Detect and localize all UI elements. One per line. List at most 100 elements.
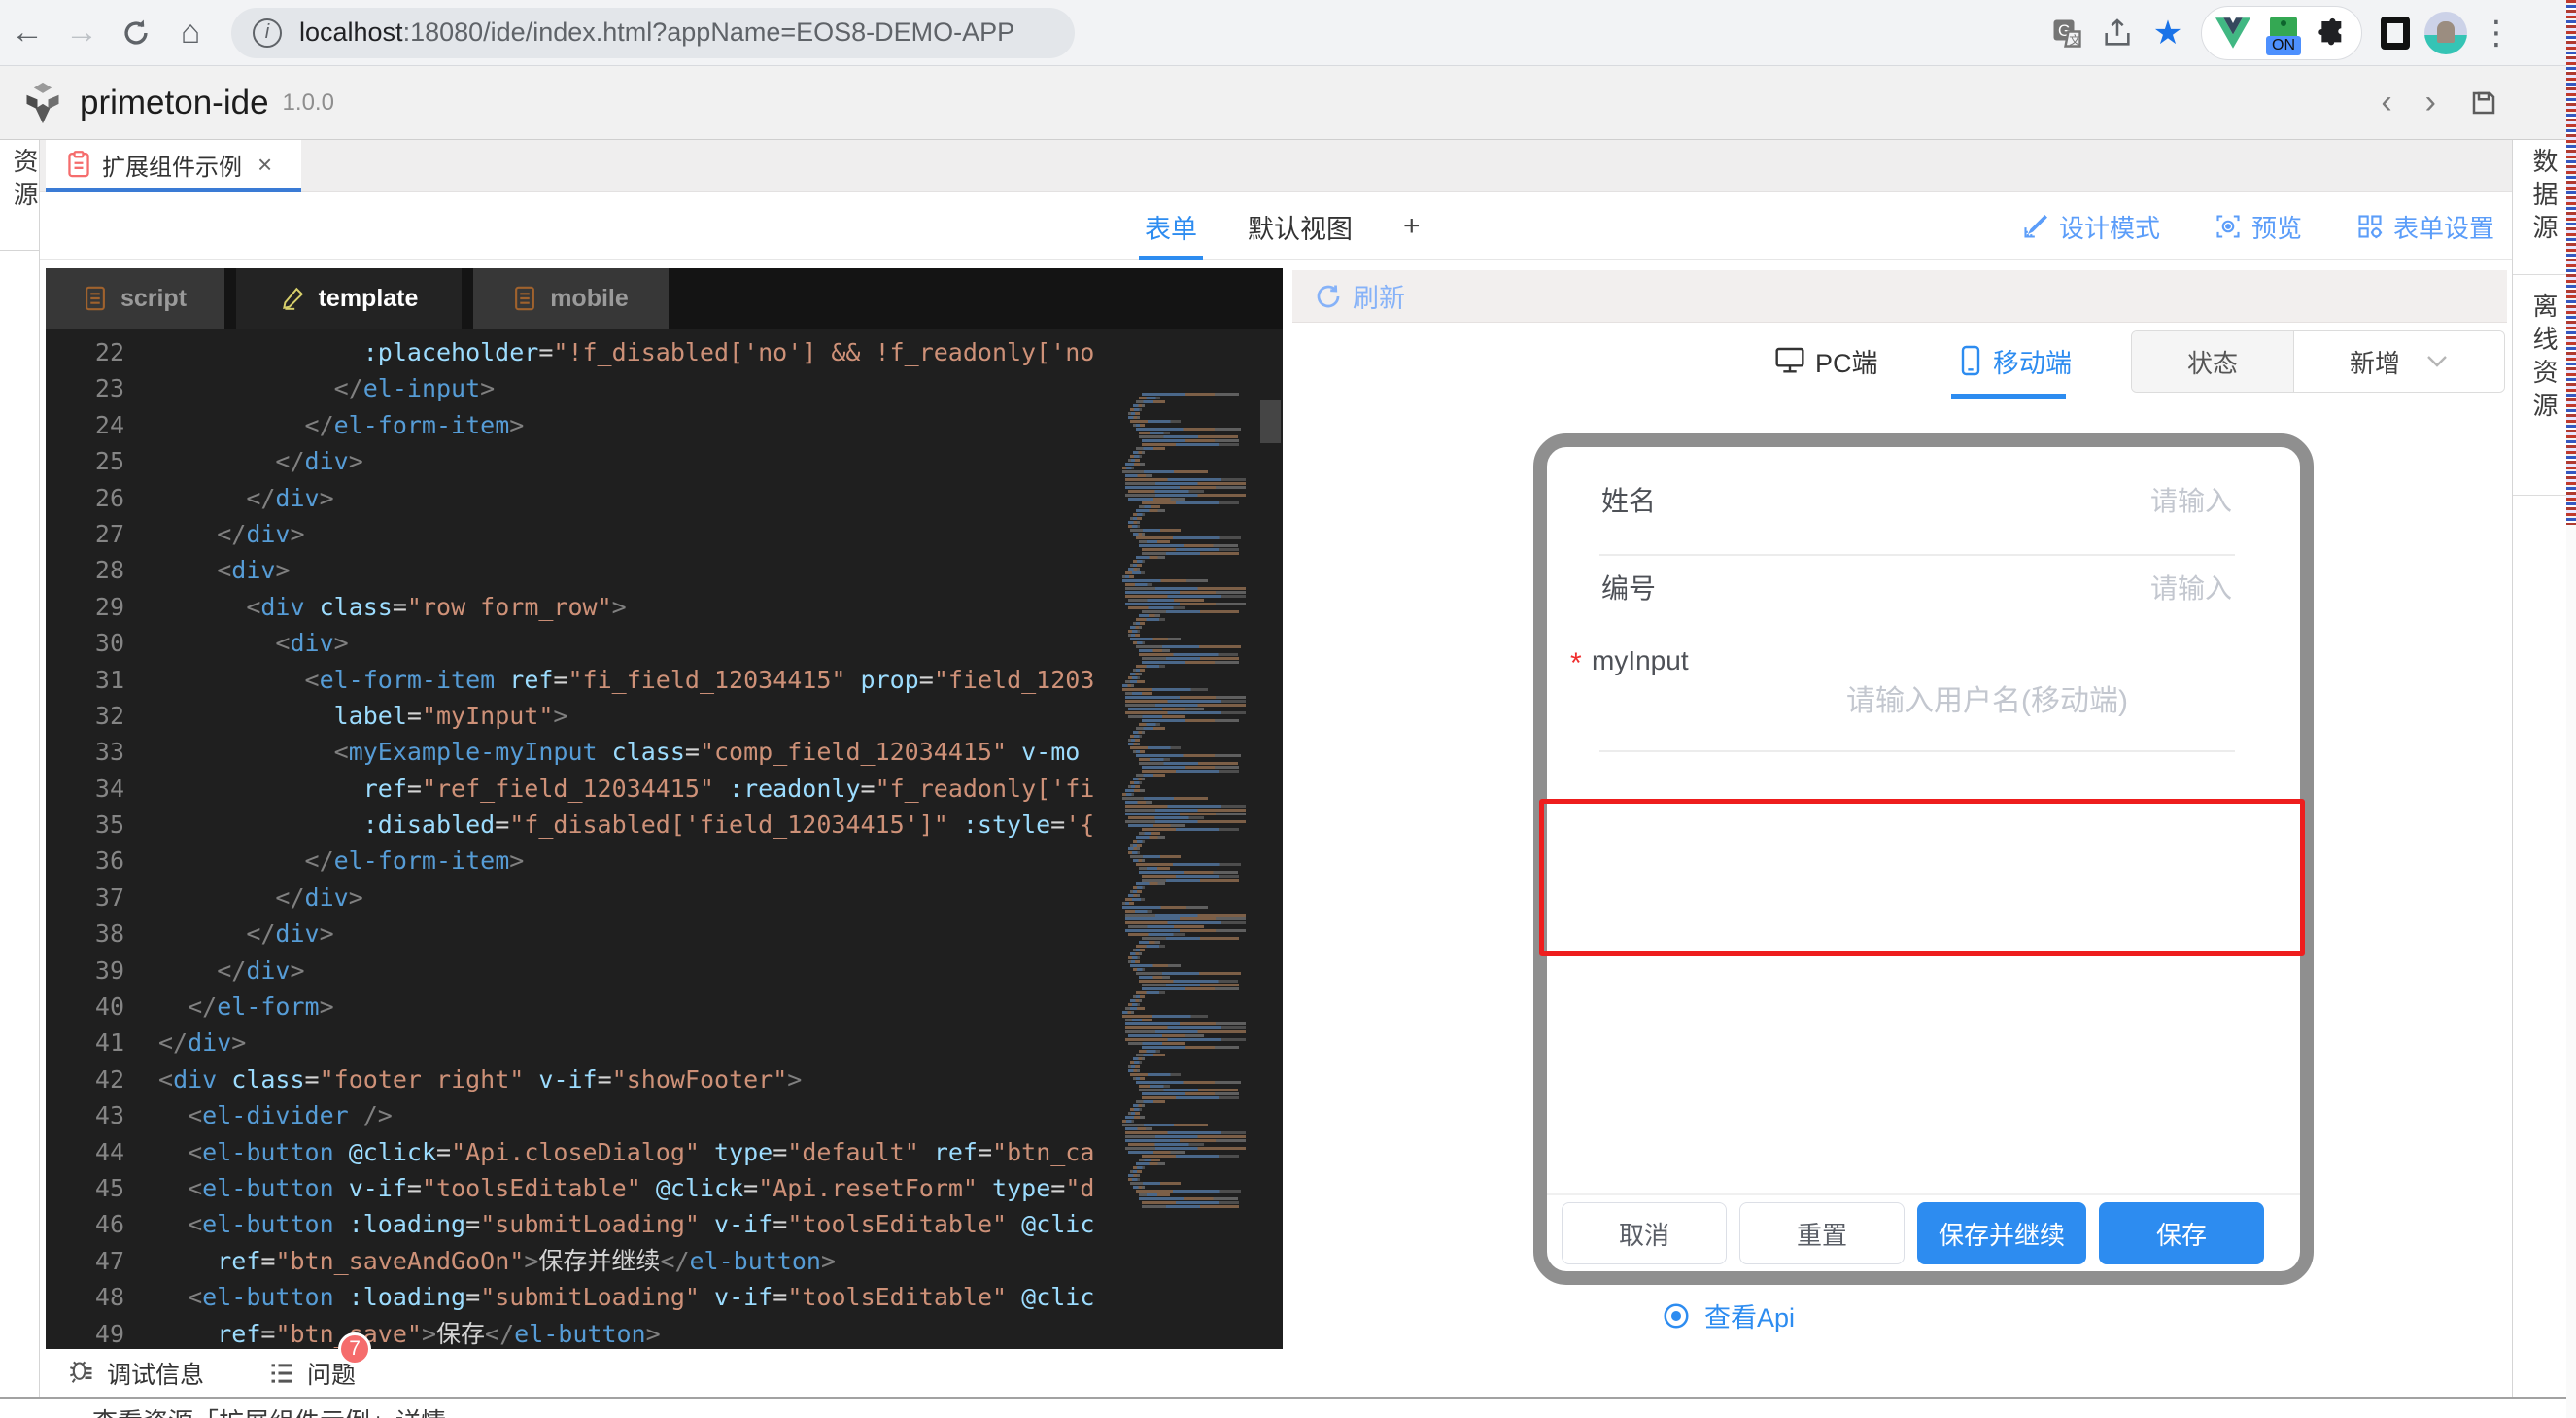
- close-icon[interactable]: ×: [258, 150, 272, 180]
- minimap-row: [1133, 949, 1145, 951]
- minimap-slider[interactable]: [1260, 400, 1281, 443]
- code-line: 43 <el-divider />: [46, 1097, 1283, 1133]
- minimap-row: [1122, 797, 1208, 800]
- minimap-row: [1128, 606, 1185, 609]
- field-label: myInput: [1592, 645, 1689, 676]
- preview-panel: 刷新 PC端 移动端 状态 新增 姓名请输入编号请输入*myInput请输入用户…: [1292, 260, 2507, 1349]
- document-tab-title: 扩展组件示例: [102, 148, 242, 182]
- state-select[interactable]: 新增: [2294, 331, 2504, 392]
- minimap-row: [1122, 902, 1134, 905]
- puzzle-extensions-icon[interactable]: [2317, 17, 2348, 49]
- minimap-row: [1142, 1092, 1239, 1095]
- problems-count-badge: 7: [338, 1332, 371, 1366]
- forward-icon[interactable]: →: [54, 6, 109, 60]
- history-back-icon[interactable]: ‹: [2381, 84, 2391, 121]
- line-number: 29: [46, 589, 124, 625]
- sidebar-item-resources[interactable]: 资源: [0, 140, 39, 251]
- reload-icon[interactable]: [109, 6, 163, 60]
- field-placeholder[interactable]: 请输入: [2150, 568, 2232, 606]
- save-and-continue-button[interactable]: 保存并继续: [1917, 1202, 2086, 1264]
- sidebar-item-datasource[interactable]: 数据源: [2513, 140, 2566, 275]
- field-placeholder[interactable]: 请输入: [2150, 480, 2232, 519]
- reset-button[interactable]: 重置: [1739, 1202, 1905, 1264]
- editor-tab-template[interactable]: template: [236, 268, 462, 329]
- minimap-row: [1133, 669, 1145, 672]
- debug-info-button[interactable]: 调试信息: [68, 1356, 204, 1391]
- code-area[interactable]: 22 :placeholder="!f_disabled['no'] && !f…: [46, 329, 1283, 1349]
- svg-text:文: 文: [2069, 32, 2080, 47]
- minimap-row: [1128, 1069, 1140, 1072]
- document-tab[interactable]: 扩展组件示例 ×: [46, 140, 301, 189]
- tab-form[interactable]: 表单: [1145, 192, 1197, 260]
- translate-icon[interactable]: G文: [2042, 16, 2092, 51]
- bookmark-star-icon[interactable]: ★: [2143, 14, 2193, 52]
- code-text: <div class="row form_row">: [158, 589, 627, 625]
- vue-devtools-icon[interactable]: [2215, 17, 2250, 49]
- minimap-row: [1133, 451, 1145, 454]
- editor-minimap[interactable]: [1122, 393, 1255, 1209]
- browser-actions: G文 ★ ON ⋮: [2042, 6, 2522, 60]
- code-line: 33 <myExample-myInput class="comp_field_…: [46, 734, 1283, 770]
- minimap-row: [1128, 1003, 1140, 1006]
- minimap-row: [1142, 879, 1239, 882]
- minimap-row: [1125, 680, 1145, 683]
- tab-mobile[interactable]: 移动端: [1958, 323, 2072, 398]
- minimap-row: [1142, 937, 1239, 940]
- minimap-row: [1142, 1205, 1239, 1208]
- minimap-row: [1139, 832, 1160, 835]
- minimap-row: [1136, 991, 1165, 994]
- on-extension-icon[interactable]: ON: [2266, 17, 2301, 50]
- refresh-button[interactable]: 刷新: [1314, 277, 1405, 315]
- code-text: :placeholder="!f_disabled['no'] && !f_re…: [158, 334, 1094, 370]
- minimap-row: [1122, 1120, 1134, 1123]
- minimap-row: [1128, 960, 1140, 963]
- minimap-row: [1136, 972, 1241, 975]
- sidebar-item-offline-resources[interactable]: 离线资源: [2513, 275, 2566, 496]
- minimap-row: [1133, 968, 1145, 971]
- right-rail: 数据源离线资源: [2512, 140, 2566, 1397]
- share-icon[interactable]: [2092, 17, 2143, 50]
- home-icon[interactable]: ⌂: [163, 6, 218, 60]
- save-button[interactable]: 保存: [2099, 1202, 2264, 1264]
- action-design-mode[interactable]: 设计模式: [2022, 209, 2160, 245]
- view-api-link[interactable]: 查看Api: [1662, 1297, 1895, 1334]
- code-lines: 22 :placeholder="!f_disabled['no'] && !f…: [46, 334, 1283, 1349]
- profile-avatar[interactable]: [2421, 12, 2471, 54]
- tab-pc[interactable]: PC端: [1774, 323, 1878, 398]
- code-line: 49 ref="btn_save">保存</el-button>: [46, 1316, 1283, 1349]
- line-number: 34: [46, 771, 124, 807]
- required-marker: *: [1570, 647, 1582, 680]
- minimap-row: [1128, 925, 1204, 928]
- editor-tab-mobile[interactable]: mobile: [473, 268, 669, 329]
- window-extension-icon[interactable]: [2370, 17, 2421, 50]
- code-line: 24 </el-form-item>: [46, 407, 1283, 443]
- save-icon[interactable]: [2469, 88, 2498, 118]
- code-line: 39 </div>: [46, 952, 1283, 988]
- action-form-settings[interactable]: 表单设置: [2356, 209, 2494, 245]
- minimap-row: [1125, 1116, 1145, 1119]
- add-view-tab[interactable]: +: [1403, 192, 1421, 260]
- url-text[interactable]: localhost:18080/ide/index.html?appName=E…: [299, 17, 1014, 48]
- back-icon[interactable]: ←: [0, 6, 54, 60]
- editor-tab-script[interactable]: script: [46, 268, 224, 329]
- minimap-row: [1125, 910, 1152, 913]
- code-editor[interactable]: scripttemplatemobile 22 :placeholder="!f…: [46, 268, 1283, 1349]
- minimap-row: [1125, 1139, 1246, 1142]
- history-forward-icon[interactable]: ›: [2425, 84, 2436, 121]
- action-preview[interactable]: 预览: [2215, 209, 2302, 245]
- problems-button[interactable]: 问题 7: [268, 1356, 356, 1391]
- extensions-pill: ON: [2201, 6, 2362, 60]
- minimap-row: [1128, 676, 1140, 679]
- site-info-icon[interactable]: i: [253, 18, 282, 48]
- minimap-row: [1125, 583, 1152, 586]
- tab-default-view[interactable]: 默认视图: [1248, 192, 1353, 260]
- minimap-row: [1125, 474, 1152, 477]
- address-bar[interactable]: i localhost:18080/ide/index.html?appName…: [231, 8, 1075, 58]
- ide-header: primeton-ide 1.0.0 ‹ ›: [0, 66, 2576, 140]
- code-text: ref="ref_field_12034415" :readonly="f_re…: [158, 771, 1094, 807]
- cancel-button[interactable]: 取消: [1562, 1202, 1727, 1264]
- code-line: 48 <el-button :loading="submitLoading" v…: [46, 1279, 1283, 1315]
- browser-menu-icon[interactable]: ⋮: [2471, 14, 2522, 52]
- code-line: 40 </el-form>: [46, 988, 1283, 1024]
- field-placeholder[interactable]: 请输入用户名(移动端): [1846, 676, 2128, 719]
